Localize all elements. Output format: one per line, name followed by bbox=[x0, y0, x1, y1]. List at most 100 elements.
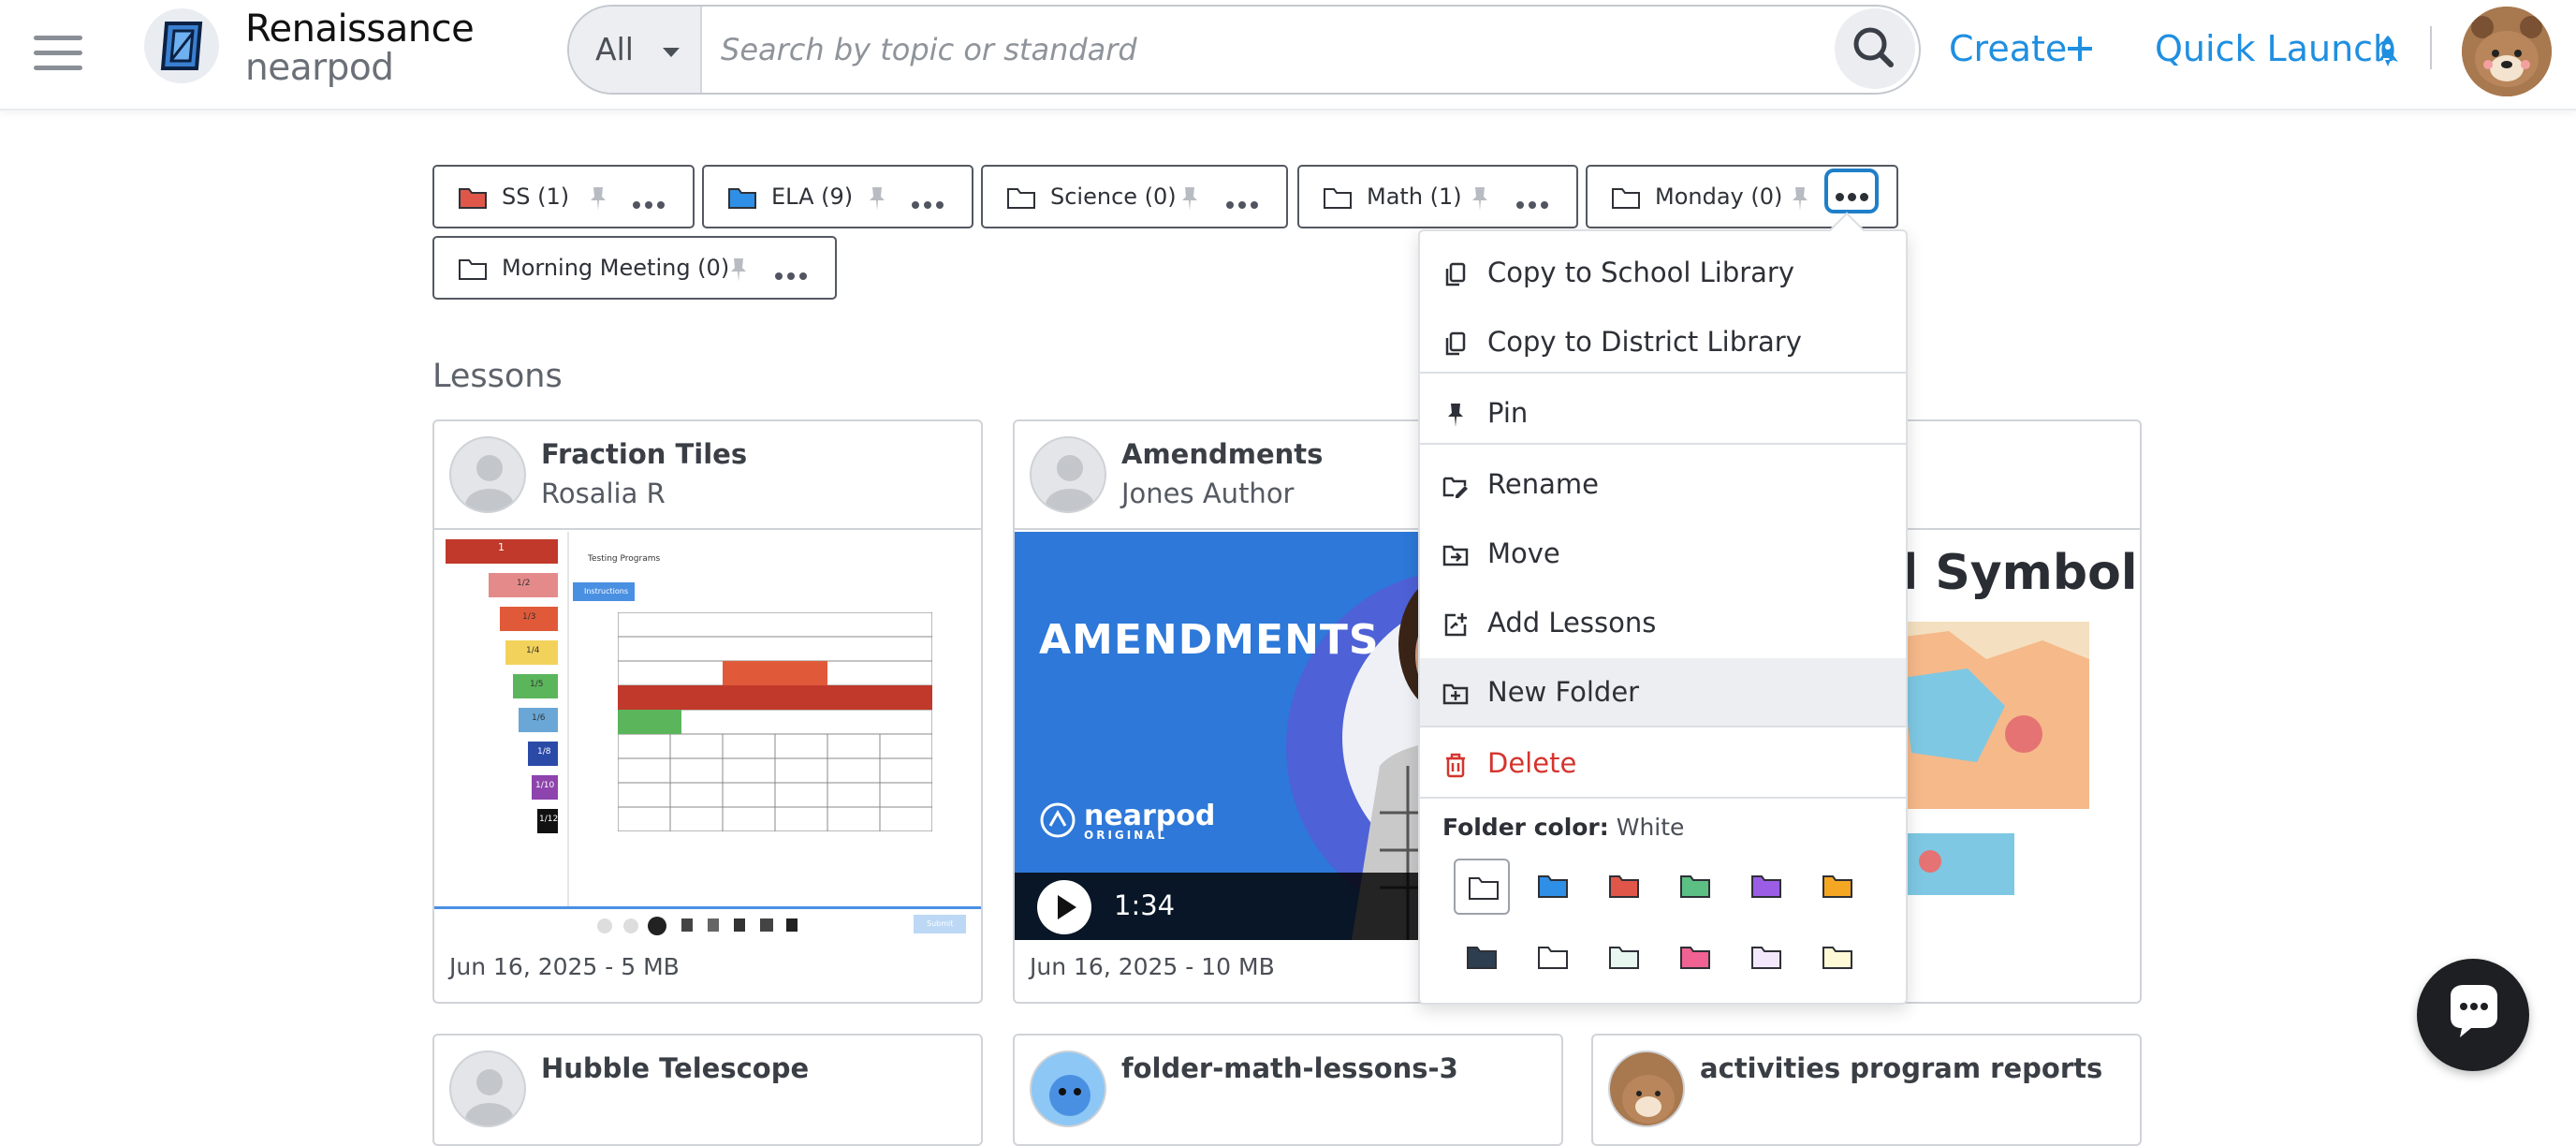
chevron-down-icon bbox=[663, 48, 680, 57]
folder-icon bbox=[459, 259, 487, 280]
menu-divider bbox=[1420, 726, 1906, 727]
chat-button[interactable] bbox=[2417, 959, 2529, 1071]
folder-icon bbox=[728, 188, 756, 209]
swatch-cream[interactable] bbox=[1809, 930, 1866, 986]
pin-icon[interactable] bbox=[728, 257, 749, 283]
pin-icon bbox=[1448, 404, 1463, 427]
rocket-icon[interactable] bbox=[2374, 34, 2402, 67]
fraction-tile: 1/6 bbox=[519, 708, 558, 732]
menu-item-copy-district[interactable]: Copy to District Library bbox=[1420, 308, 1906, 377]
folder-label: Morning Meeting (0) bbox=[502, 255, 730, 281]
lesson-card-hubble-telescope[interactable]: Hubble Telescope bbox=[432, 1034, 983, 1146]
menu-item-label: Delete bbox=[1487, 747, 1577, 779]
menu-item-rename[interactable]: Rename bbox=[1420, 450, 1906, 520]
search-button[interactable] bbox=[1835, 8, 1915, 89]
folder-more-button-active[interactable] bbox=[1824, 169, 1879, 213]
swatch-green[interactable] bbox=[1667, 859, 1723, 915]
move-icon bbox=[1442, 545, 1469, 566]
fraction-tile: 1/10 bbox=[532, 775, 558, 800]
fraction-grid bbox=[618, 612, 932, 831]
lesson-title[interactable]: folder-math-lessons-3 bbox=[1121, 1052, 1458, 1084]
plus-icon[interactable] bbox=[2065, 34, 2095, 64]
search-bar: All bbox=[567, 5, 1921, 95]
lesson-title[interactable]: Fraction Tiles bbox=[541, 438, 747, 470]
play-button[interactable] bbox=[1037, 880, 1091, 934]
lesson-author: Jones Author bbox=[1121, 478, 1295, 509]
menu-item-label: Copy to District Library bbox=[1487, 326, 1802, 358]
lesson-title[interactable]: activities program reports bbox=[1700, 1052, 2102, 1084]
swatch-purple[interactable] bbox=[1738, 859, 1794, 915]
folder-label: Science (0) bbox=[1050, 184, 1177, 210]
pin-icon[interactable] bbox=[1470, 185, 1490, 212]
renaissance-logo-icon[interactable] bbox=[144, 8, 219, 83]
swatch-white[interactable] bbox=[1454, 859, 1510, 915]
trash-icon bbox=[1446, 753, 1465, 778]
menu-item-delete[interactable]: Delete bbox=[1420, 729, 1906, 799]
folder-chip-science[interactable]: Science (0) bbox=[981, 165, 1288, 228]
copy-icon bbox=[1445, 262, 1466, 286]
swatch-blue[interactable] bbox=[1525, 859, 1581, 915]
lesson-card-fraction-tiles[interactable]: Fraction Tiles Rosalia R 1 1/2 1/3 1/4 1… bbox=[432, 419, 983, 1004]
pin-icon[interactable] bbox=[867, 185, 887, 212]
folder-icon bbox=[1751, 947, 1781, 969]
new-folder-icon bbox=[1442, 683, 1469, 705]
menu-item-label: Move bbox=[1487, 537, 1560, 569]
folder-icon bbox=[1469, 877, 1499, 900]
swatch-orange[interactable] bbox=[1809, 859, 1866, 915]
folder-icon bbox=[1680, 947, 1710, 969]
menu-divider bbox=[1420, 372, 1906, 374]
folder-more-button[interactable] bbox=[633, 195, 669, 209]
pin-icon[interactable] bbox=[588, 185, 608, 212]
folder-icon bbox=[1751, 875, 1781, 898]
swatch-lavender[interactable] bbox=[1738, 930, 1794, 986]
lesson-title[interactable]: Hubble Telescope bbox=[541, 1052, 809, 1084]
folder-label: Math (1) bbox=[1367, 184, 1462, 210]
hamburger-menu-icon[interactable] bbox=[34, 36, 82, 73]
folder-chip-ela[interactable]: ELA (9) bbox=[702, 165, 973, 228]
folder-icon bbox=[1007, 188, 1035, 209]
folder-more-button[interactable] bbox=[1516, 195, 1553, 209]
copy-icon bbox=[1445, 331, 1466, 356]
menu-item-pin[interactable]: Pin bbox=[1420, 379, 1906, 448]
menu-item-move[interactable]: Move bbox=[1420, 520, 1906, 589]
search-input[interactable] bbox=[719, 23, 1749, 76]
swatch-white-outline[interactable] bbox=[1525, 930, 1581, 986]
swatch-red[interactable] bbox=[1596, 859, 1652, 915]
brand-name: Renaissance bbox=[245, 7, 475, 51]
user-avatar[interactable] bbox=[2462, 7, 2552, 96]
pin-icon[interactable] bbox=[1790, 185, 1810, 212]
folder-color-value: White bbox=[1616, 814, 1685, 841]
menu-item-copy-school[interactable]: Copy to School Library bbox=[1420, 239, 1906, 308]
folder-more-button[interactable] bbox=[775, 266, 812, 280]
lesson-card-folder-math-lessons-3[interactable]: folder-math-lessons-3 bbox=[1013, 1034, 1563, 1146]
create-button[interactable]: Create bbox=[1949, 28, 2067, 69]
fraction-tile: 1/5 bbox=[513, 674, 558, 698]
author-avatar bbox=[1030, 1050, 1106, 1127]
nearpod-logo-icon bbox=[1040, 802, 1076, 838]
add-lessons-icon bbox=[1444, 613, 1467, 637]
menu-item-new-folder[interactable]: New Folder bbox=[1420, 658, 1906, 727]
folder-icon bbox=[1822, 875, 1852, 898]
folder-chip-ss[interactable]: SS (1) bbox=[432, 165, 695, 228]
lesson-meta: Jun 16, 2025 - 10 MB bbox=[1030, 953, 1275, 980]
folder-more-button[interactable] bbox=[912, 195, 948, 209]
menu-item-label: Copy to School Library bbox=[1487, 257, 1795, 288]
lesson-title[interactable]: Amendments bbox=[1121, 438, 1323, 470]
lesson-thumbnail[interactable]: 1 1/2 1/3 1/4 1/5 1/6 1/8 1/10 1/12 Test… bbox=[434, 532, 981, 940]
swatch-navy[interactable] bbox=[1454, 930, 1510, 986]
swatch-mint[interactable] bbox=[1596, 930, 1652, 986]
folder-more-button[interactable] bbox=[1226, 195, 1263, 209]
swatch-pink[interactable] bbox=[1667, 930, 1723, 986]
folder-chip-morning-meeting[interactable]: Morning Meeting (0) bbox=[432, 236, 837, 300]
pin-icon[interactable] bbox=[1179, 185, 1200, 212]
folder-chip-math[interactable]: Math (1) bbox=[1297, 165, 1578, 228]
folder-label: Monday (0) bbox=[1655, 184, 1783, 210]
menu-item-label: New Folder bbox=[1487, 676, 1640, 708]
search-category-select[interactable]: All bbox=[569, 7, 702, 93]
folder-icon bbox=[459, 188, 487, 209]
lesson-card-activities-program-reports[interactable]: activities program reports bbox=[1591, 1034, 2142, 1146]
menu-item-add-lessons[interactable]: Add Lessons bbox=[1420, 589, 1906, 658]
author-avatar bbox=[1608, 1050, 1685, 1127]
quick-launch-button[interactable]: Quick Launch bbox=[2155, 28, 2395, 69]
header-divider bbox=[2430, 26, 2432, 69]
